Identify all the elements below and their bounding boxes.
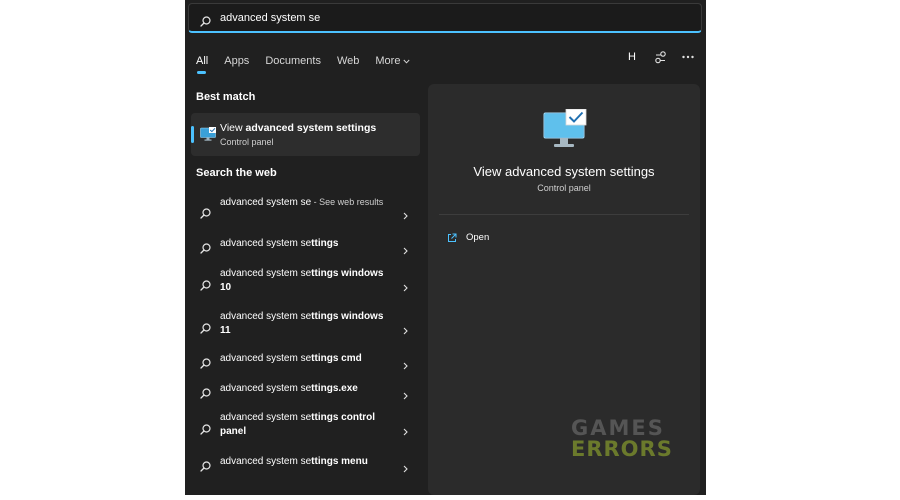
search-icon — [200, 457, 211, 476]
open-label: Open — [466, 231, 490, 243]
chevron-right-icon — [403, 205, 408, 224]
open-button[interactable]: Open — [447, 229, 489, 245]
tab-web[interactable]: Web — [337, 55, 359, 67]
web-suggestion-item[interactable]: advanced system settings cmd — [191, 350, 420, 370]
suggestion-completion: ttings menu — [311, 456, 368, 467]
filter-tabs: All Apps Documents Web More — [196, 50, 426, 74]
tab-all[interactable]: All — [196, 55, 209, 74]
tab-documents[interactable]: Documents — [265, 55, 321, 67]
search-icon — [200, 384, 211, 403]
best-match-subtitle: Control panel — [220, 137, 274, 147]
monitor-checkmark-icon — [200, 126, 216, 145]
watermark-line2: ERRORS — [571, 437, 673, 461]
chevron-right-icon — [403, 240, 408, 259]
suggestion-completion: ttings.exe — [311, 383, 358, 394]
avatar[interactable]: H — [624, 49, 640, 65]
start-search-panel: All Apps Documents Web More H Best match Vie… — [185, 0, 706, 495]
selection-indicator — [191, 126, 194, 143]
chevron-right-icon — [403, 458, 408, 477]
suggestion-query: advanced system se — [220, 456, 312, 467]
web-suggestion-item[interactable]: advanced system se - See web results — [191, 194, 420, 224]
search-icon — [200, 420, 211, 439]
tab-label: Documents — [265, 55, 321, 67]
suggestion-text: advanced system settings — [220, 237, 390, 251]
search-icon — [200, 204, 211, 223]
detail-subtitle: Control panel — [537, 183, 591, 193]
watermark-line1: GAMES — [571, 416, 665, 440]
tab-label: All — [196, 55, 209, 67]
monitor-checkmark-icon — [543, 108, 587, 153]
suggestion-query: advanced system se — [220, 311, 312, 322]
suggestion-text: advanced system settings windows 10 — [220, 267, 390, 295]
tab-label: Apps — [224, 55, 250, 67]
divider — [439, 214, 689, 215]
chevron-right-icon — [403, 421, 408, 440]
tab-label: More — [375, 54, 401, 67]
open-external-icon — [447, 228, 457, 247]
chevron-right-icon — [403, 355, 408, 374]
suggestion-query: advanced system se — [220, 412, 312, 423]
tab-label: Web — [336, 55, 360, 67]
chevron-right-icon — [403, 385, 408, 404]
suggestion-query: advanced system se — [220, 353, 312, 364]
suggestion-suffix: - See web results — [311, 197, 384, 207]
detail-title: View advanced system settings — [473, 164, 655, 179]
search-icon — [200, 12, 211, 31]
watermark-logo: GAMES ERRORS — [571, 416, 673, 461]
best-match-title: View advanced system settings — [220, 122, 377, 134]
tab-more[interactable]: More — [375, 55, 410, 67]
search-box[interactable] — [188, 3, 702, 33]
suggestion-completion: ttings — [311, 238, 339, 249]
web-suggestion-item[interactable]: advanced system settings control panel — [191, 410, 420, 440]
suggestion-text: advanced system settings cmd — [220, 352, 390, 366]
chevron-down-icon — [403, 55, 410, 67]
suggestion-text: advanced system settings menu — [220, 455, 390, 469]
web-suggestion-item[interactable]: advanced system settings.exe — [191, 380, 420, 400]
web-suggestion-item[interactable]: advanced system settings menu — [191, 453, 420, 473]
suggestion-text: advanced system settings windows 11 — [220, 310, 390, 338]
search-icon — [200, 319, 211, 338]
share-icon[interactable] — [652, 49, 668, 65]
suggestion-query: advanced system se — [220, 197, 312, 208]
suggestion-text: advanced system se - See web results — [220, 195, 390, 210]
suggestion-text: advanced system settings control panel — [220, 411, 390, 439]
web-suggestion-item[interactable]: advanced system settings — [191, 235, 420, 255]
tab-apps[interactable]: Apps — [224, 55, 249, 67]
suggestion-text: advanced system settings.exe — [220, 382, 390, 396]
search-input[interactable] — [220, 9, 660, 27]
chevron-right-icon — [403, 277, 408, 296]
suggestion-query: advanced system se — [220, 238, 312, 249]
web-suggestion-item[interactable]: advanced system settings windows 10 — [191, 266, 420, 296]
chevron-right-icon — [403, 320, 408, 339]
suggestion-query: advanced system se — [220, 268, 312, 279]
search-icon — [200, 354, 211, 373]
suggestion-query: advanced system se — [220, 383, 312, 394]
search-web-heading: Search the web — [196, 167, 277, 179]
suggestion-completion: ttings cmd — [311, 353, 362, 364]
search-icon — [200, 239, 211, 258]
search-icon — [200, 276, 211, 295]
web-suggestion-item[interactable]: advanced system settings windows 11 — [191, 309, 420, 339]
best-match-heading: Best match — [196, 91, 256, 103]
search-toolbar: H — [624, 48, 696, 66]
best-match-result[interactable]: View advanced system settings Control pa… — [191, 113, 420, 156]
more-icon[interactable] — [680, 49, 696, 65]
